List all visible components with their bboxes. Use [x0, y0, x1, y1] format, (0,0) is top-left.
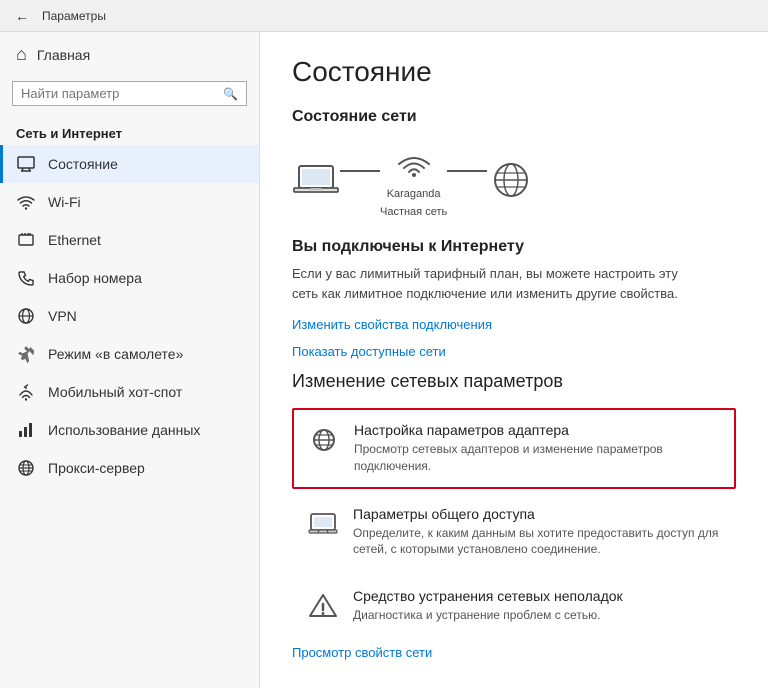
card-troubleshoot-title: Средство устранения сетевых неполадок	[353, 588, 721, 604]
globe-icon-group	[487, 160, 535, 200]
sidebar: ⌂ Главная 🔍 Сеть и Интернет Сост	[0, 32, 260, 688]
sidebar-item-label-ethernet: Ethernet	[48, 232, 101, 248]
card-sharing-desc: Определите, к каким данным вы хотите пре…	[353, 525, 721, 559]
link-view-properties[interactable]: Просмотр свойств сети	[292, 645, 736, 660]
search-input[interactable]	[21, 86, 217, 101]
wifi-router-icon	[390, 142, 438, 182]
phone-icon	[16, 268, 36, 288]
vpn-icon	[16, 306, 36, 326]
proxy-icon	[16, 458, 36, 478]
sharing-icon	[307, 508, 339, 540]
page-title: Состояние	[292, 56, 736, 88]
sidebar-home-button[interactable]: ⌂ Главная	[0, 32, 259, 77]
titlebar-title: Параметры	[42, 9, 106, 23]
sidebar-item-label-vpn: VPN	[48, 308, 77, 324]
sidebar-item-datausage[interactable]: Использование данных	[0, 411, 259, 449]
sidebar-item-label-status: Состояние	[48, 156, 118, 172]
airplane-icon	[16, 344, 36, 364]
adapter-icon	[308, 424, 340, 456]
card-sharing-text: Параметры общего доступа Определите, к к…	[353, 506, 721, 559]
sidebar-item-airplane[interactable]: Режим «в самолете»	[0, 335, 259, 373]
card-adapter[interactable]: Настройка параметров адаптера Просмотр с…	[292, 408, 736, 489]
sidebar-item-hotspot[interactable]: Мобильный хот-спот	[0, 373, 259, 411]
card-troubleshoot-desc: Диагностика и устранение проблем с сетью…	[353, 607, 721, 624]
search-icon: 🔍	[223, 87, 238, 101]
card-adapter-desc: Просмотр сетевых адаптеров и изменение п…	[354, 441, 720, 475]
titlebar: ← Параметры	[0, 0, 768, 32]
wifi-router-icon-group: Karaganda Частная сеть	[380, 142, 447, 218]
network-diagram: Karaganda Частная сеть	[292, 142, 736, 218]
network-section-title: Состояние сети	[292, 108, 736, 126]
network-line-1	[340, 170, 380, 172]
network-node-sublabel: Частная сеть	[380, 206, 447, 218]
back-button[interactable]: ←	[8, 2, 36, 30]
sidebar-item-vpn[interactable]: VPN	[0, 297, 259, 335]
wifi-icon	[16, 192, 36, 212]
card-adapter-text: Настройка параметров адаптера Просмотр с…	[354, 422, 720, 475]
home-icon: ⌂	[16, 44, 27, 65]
link-show-networks[interactable]: Показать доступные сети	[292, 344, 736, 359]
sidebar-item-proxy[interactable]: Прокси-сервер	[0, 449, 259, 487]
sidebar-item-label-datausage: Использование данных	[48, 422, 200, 438]
card-adapter-title: Настройка параметров адаптера	[354, 422, 720, 438]
sidebar-section-title: Сеть и Интернет	[0, 118, 259, 145]
card-sharing-title: Параметры общего доступа	[353, 506, 721, 522]
hotspot-icon	[16, 382, 36, 402]
sidebar-item-status[interactable]: Состояние	[0, 145, 259, 183]
data-usage-icon	[16, 420, 36, 440]
laptop-icon	[292, 160, 340, 200]
network-node-label: Karaganda	[387, 188, 441, 200]
sidebar-home-label: Главная	[37, 47, 90, 63]
sidebar-item-label-airplane: Режим «в самолете»	[48, 346, 183, 362]
card-sharing[interactable]: Параметры общего доступа Определите, к к…	[292, 493, 736, 572]
sidebar-item-label-proxy: Прокси-сервер	[48, 460, 145, 476]
connected-desc: Если у вас лимитный тарифный план, вы мо…	[292, 264, 692, 303]
link-change-props[interactable]: Изменить свойства подключения	[292, 317, 736, 332]
main-content: Состояние Состояние сети	[260, 32, 768, 688]
network-line-2	[447, 170, 487, 172]
sidebar-item-label-hotspot: Мобильный хот-спот	[48, 384, 182, 400]
sidebar-item-dialup[interactable]: Набор номера	[0, 259, 259, 297]
sidebar-item-wifi[interactable]: Wi-Fi	[0, 183, 259, 221]
card-troubleshoot[interactable]: Средство устранения сетевых неполадок Ди…	[292, 575, 736, 637]
change-section-title: Изменение сетевых параметров	[292, 371, 736, 392]
sidebar-item-label-wifi: Wi-Fi	[48, 194, 81, 210]
sidebar-item-ethernet[interactable]: Ethernet	[0, 221, 259, 259]
warning-icon	[307, 590, 339, 622]
search-box[interactable]: 🔍	[12, 81, 247, 106]
monitor-icon	[16, 154, 36, 174]
connected-title: Вы подключены к Интернету	[292, 238, 736, 256]
globe-icon	[487, 160, 535, 200]
sidebar-item-label-dialup: Набор номера	[48, 270, 142, 286]
card-troubleshoot-text: Средство устранения сетевых неполадок Ди…	[353, 588, 721, 624]
laptop-icon-group	[292, 160, 340, 200]
ethernet-icon	[16, 230, 36, 250]
